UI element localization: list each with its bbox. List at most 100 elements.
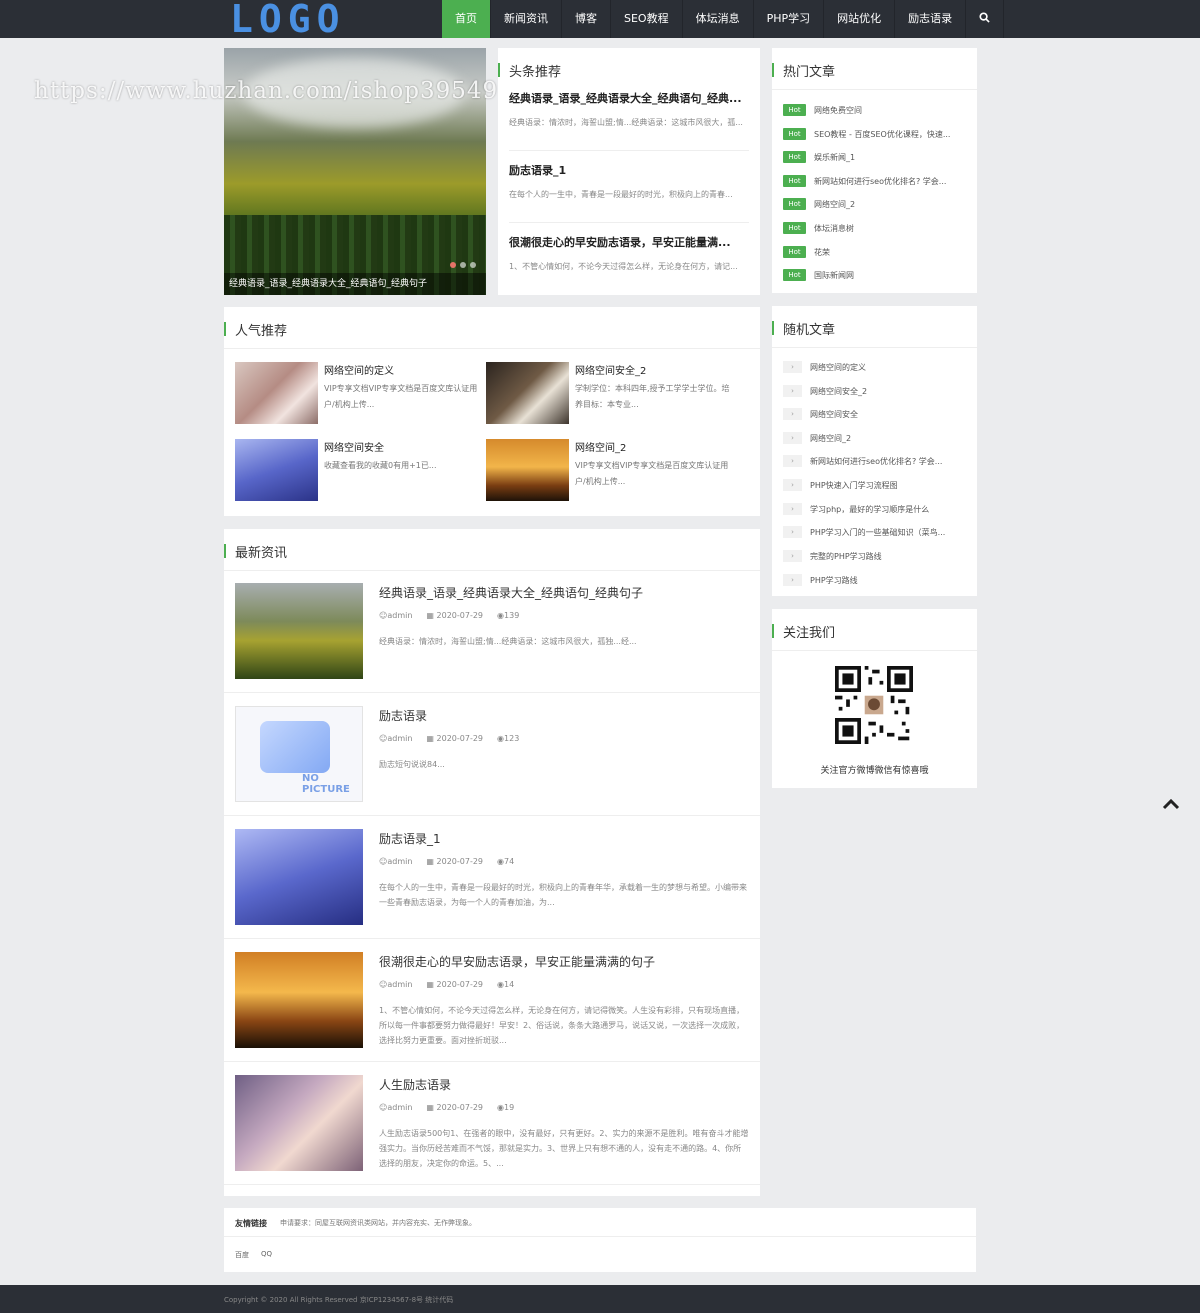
hot-item-label[interactable]: 娱乐新闻_1 (814, 152, 966, 163)
nav-item-seo[interactable]: SEO教程 (611, 0, 683, 38)
chevron-right-icon: › (783, 526, 802, 538)
random-item-label[interactable]: 新网站如何进行seo优化排名? 学会... (810, 456, 962, 467)
headline-item[interactable]: 励志语录_1 在每个人的一生中，青春是一段最好的时光，积极向上的青春... (509, 162, 749, 202)
calendar-icon: ▦ 2020-07-29 (426, 611, 484, 620)
random-item-label[interactable]: 网络空间安全 (810, 409, 962, 420)
headline-title[interactable]: 励志语录_1 (509, 162, 749, 178)
hot-item-label[interactable]: 网络免费空间 (814, 105, 966, 116)
nav-item-home[interactable]: 首页 (442, 0, 491, 38)
news-desc: 1、不管心情如何，不论今天过得怎么样，无论身在何方，请记得微笑。人生没有彩排，只… (379, 1006, 745, 1045)
news-thumbnail[interactable] (235, 829, 363, 925)
random-item-label[interactable]: 网络空间安全_2 (810, 386, 962, 397)
thumbnail-eiffel[interactable] (235, 362, 318, 424)
news-title[interactable]: 很潮很走心的早安励志语录，早安正能量满满的句子 (379, 953, 655, 970)
hot-item-label[interactable]: 国际新闻网 (814, 270, 966, 281)
thumbnail-dancer[interactable] (235, 439, 318, 501)
hot-item-label[interactable]: SEO教程 - 百度SEO优化课程，快速... (814, 129, 966, 140)
random-item[interactable]: › 网络空间的定义 (783, 361, 962, 373)
headline-desc: 在每个人的一生中，青春是一段最好的时光，积极向上的青春... (509, 190, 733, 199)
popular-item-title[interactable]: 网络空间安全_2 (575, 362, 646, 377)
random-item-label[interactable]: 网络空间的定义 (810, 362, 962, 373)
hot-item[interactable]: Hot 网络免费空间 (783, 104, 966, 116)
random-item[interactable]: › 完整的PHP学习路线 (783, 550, 962, 562)
popular-panel: 人气推荐 网络空间的定义 VIP专享文档VIP专享文档是百度文库认证用户/机构上… (224, 307, 760, 516)
thumbnail-hourglass[interactable] (486, 439, 569, 501)
slider-dot[interactable] (460, 262, 466, 268)
news-desc: 经典语录：情浓时，海誓山盟;情...经典语录：这城市风很大，孤独...经... (379, 637, 637, 646)
news-title[interactable]: 励志语录_1 (379, 830, 441, 847)
news-author: admin (387, 611, 413, 620)
hot-item[interactable]: Hot 网络空间_2 (783, 198, 966, 210)
random-item[interactable]: › PHP快速入门学习流程图 (783, 479, 962, 491)
friend-links-label: 友情链接 (235, 1219, 267, 1228)
friend-link[interactable]: 百度 (235, 1250, 249, 1260)
news-thumbnail[interactable] (235, 952, 363, 1048)
news-item[interactable]: 人生励志语录 ☺admin ▦ 2020-07-29 ◉19 人生励志语录500… (224, 1062, 760, 1185)
random-item-label[interactable]: 完整的PHP学习路线 (810, 551, 962, 562)
panel-title: 头条推荐 (498, 48, 760, 90)
hot-item[interactable]: Hot 花荣 (783, 246, 966, 258)
random-item-label[interactable]: PHP学习路线 (810, 575, 962, 586)
news-thumbnail[interactable] (235, 1075, 363, 1171)
random-item-label[interactable]: 网络空间_2 (810, 433, 962, 444)
headline-desc: 1、不管心情如何，不论今天过得怎么样，无论身在何方，请记... (509, 262, 738, 271)
nav-item-quotes[interactable]: 励志语录 (895, 0, 967, 38)
calendar-icon: ▦ 2020-07-29 (426, 857, 484, 866)
headline-item[interactable]: 很潮很走心的早安励志语录，早安正能量满... 1、不管心情如何，不论今天过得怎么… (509, 234, 749, 274)
slider-caption[interactable]: 经典语录_语录_经典语录大全_经典语句_经典句子 (224, 273, 486, 295)
headline-item[interactable]: 经典语录_语录_经典语录大全_经典语句_经典... 经典语录：情浓时，海誓山盟;… (509, 90, 749, 130)
site-logo[interactable]: LOGO (230, 0, 346, 41)
random-item[interactable]: › PHP学习入门的一些基础知识（菜鸟... (783, 526, 962, 538)
random-articles-panel: 随机文章 › 网络空间的定义 › 网络空间安全_2 › 网络空间安全 › 网络空间_2 … (772, 306, 977, 596)
popular-item-title[interactable]: 网络空间_2 (575, 439, 626, 454)
hot-item[interactable]: Hot 国际新闻网 (783, 269, 966, 281)
hot-item-label[interactable]: 花荣 (814, 247, 966, 258)
thumbnail-phone[interactable] (486, 362, 569, 424)
nav-item-sports[interactable]: 体坛消息 (683, 0, 754, 38)
nav-item-news[interactable]: 新闻资讯 (491, 0, 562, 38)
news-item[interactable]: 经典语录_语录_经典语录大全_经典语句_经典句子 ☺admin ▦ 2020-0… (224, 570, 760, 693)
hot-item[interactable]: Hot SEO教程 - 百度SEO优化课程，快速... (783, 128, 966, 140)
random-item[interactable]: › 网络空间_2 (783, 432, 962, 444)
random-item-label[interactable]: PHP快速入门学习流程图 (810, 480, 962, 491)
copyright-text: Copyright © 2020 All Rights Reserved 京IC… (224, 1296, 454, 1304)
hot-item-label[interactable]: 新网站如何进行seo优化排名? 学会... (814, 176, 966, 187)
nav-item-php[interactable]: PHP学习 (754, 0, 825, 38)
friend-link[interactable]: QQ (261, 1250, 272, 1260)
news-title[interactable]: 励志语录 (379, 707, 427, 724)
random-item[interactable]: › 网络空间安全 (783, 408, 962, 420)
random-item[interactable]: › 学习php，最好的学习顺序是什么 (783, 503, 962, 515)
eye-icon: ◉74 (497, 857, 515, 866)
hot-item[interactable]: Hot 体坛消息树 (783, 222, 966, 234)
search-icon[interactable] (966, 0, 1005, 38)
random-item[interactable]: › 网络空间安全_2 (783, 385, 962, 397)
random-item-label[interactable]: 学习php，最好的学习顺序是什么 (810, 504, 962, 515)
watermark-url: https://www.huzhan.com/ishop39549 (34, 78, 499, 104)
hot-item-label[interactable]: 体坛消息树 (814, 223, 966, 234)
hot-item[interactable]: Hot 新网站如何进行seo优化排名? 学会... (783, 175, 966, 187)
nav-item-blog[interactable]: 博客 (562, 0, 611, 38)
news-thumbnail-placeholder[interactable]: NO PICTURE (235, 706, 363, 802)
random-item[interactable]: › PHP学习路线 (783, 574, 962, 586)
headline-title[interactable]: 很潮很走心的早安励志语录，早安正能量满... (509, 234, 749, 250)
slider-dot[interactable] (470, 262, 476, 268)
news-thumbnail[interactable] (235, 583, 363, 679)
follow-title: 关注我们 (783, 626, 836, 641)
news-item[interactable]: 励志语录_1 ☺admin ▦ 2020-07-29 ◉74 在每个人的一生中，… (224, 816, 760, 939)
random-item-label[interactable]: PHP学习入门的一些基础知识（菜鸟... (810, 527, 962, 538)
panel-title: 关注我们 (772, 609, 977, 651)
news-title[interactable]: 经典语录_语录_经典语录大全_经典语句_经典句子 (379, 584, 643, 601)
nav-item-optimize[interactable]: 网站优化 (824, 0, 896, 38)
news-title[interactable]: 人生励志语录 (379, 1076, 451, 1093)
headline-title[interactable]: 经典语录_语录_经典语录大全_经典语句_经典... (509, 90, 749, 106)
popular-item-title[interactable]: 网络空间安全 (324, 439, 384, 454)
news-item[interactable]: NO PICTURE 励志语录 ☺admin ▦ 2020-07-29 ◉123… (224, 693, 760, 816)
hot-item[interactable]: Hot 娱乐新闻_1 (783, 151, 966, 163)
random-item[interactable]: › 新网站如何进行seo优化排名? 学会... (783, 455, 962, 467)
hot-item-label[interactable]: 网络空间_2 (814, 199, 966, 210)
news-views: 19 (504, 1103, 515, 1112)
popular-item-title[interactable]: 网络空间的定义 (324, 362, 394, 377)
back-to-top-icon[interactable] (1160, 795, 1182, 817)
slider-dot[interactable] (450, 262, 456, 268)
news-item[interactable]: 很潮很走心的早安励志语录，早安正能量满满的句子 ☺admin ▦ 2020-07… (224, 939, 760, 1062)
